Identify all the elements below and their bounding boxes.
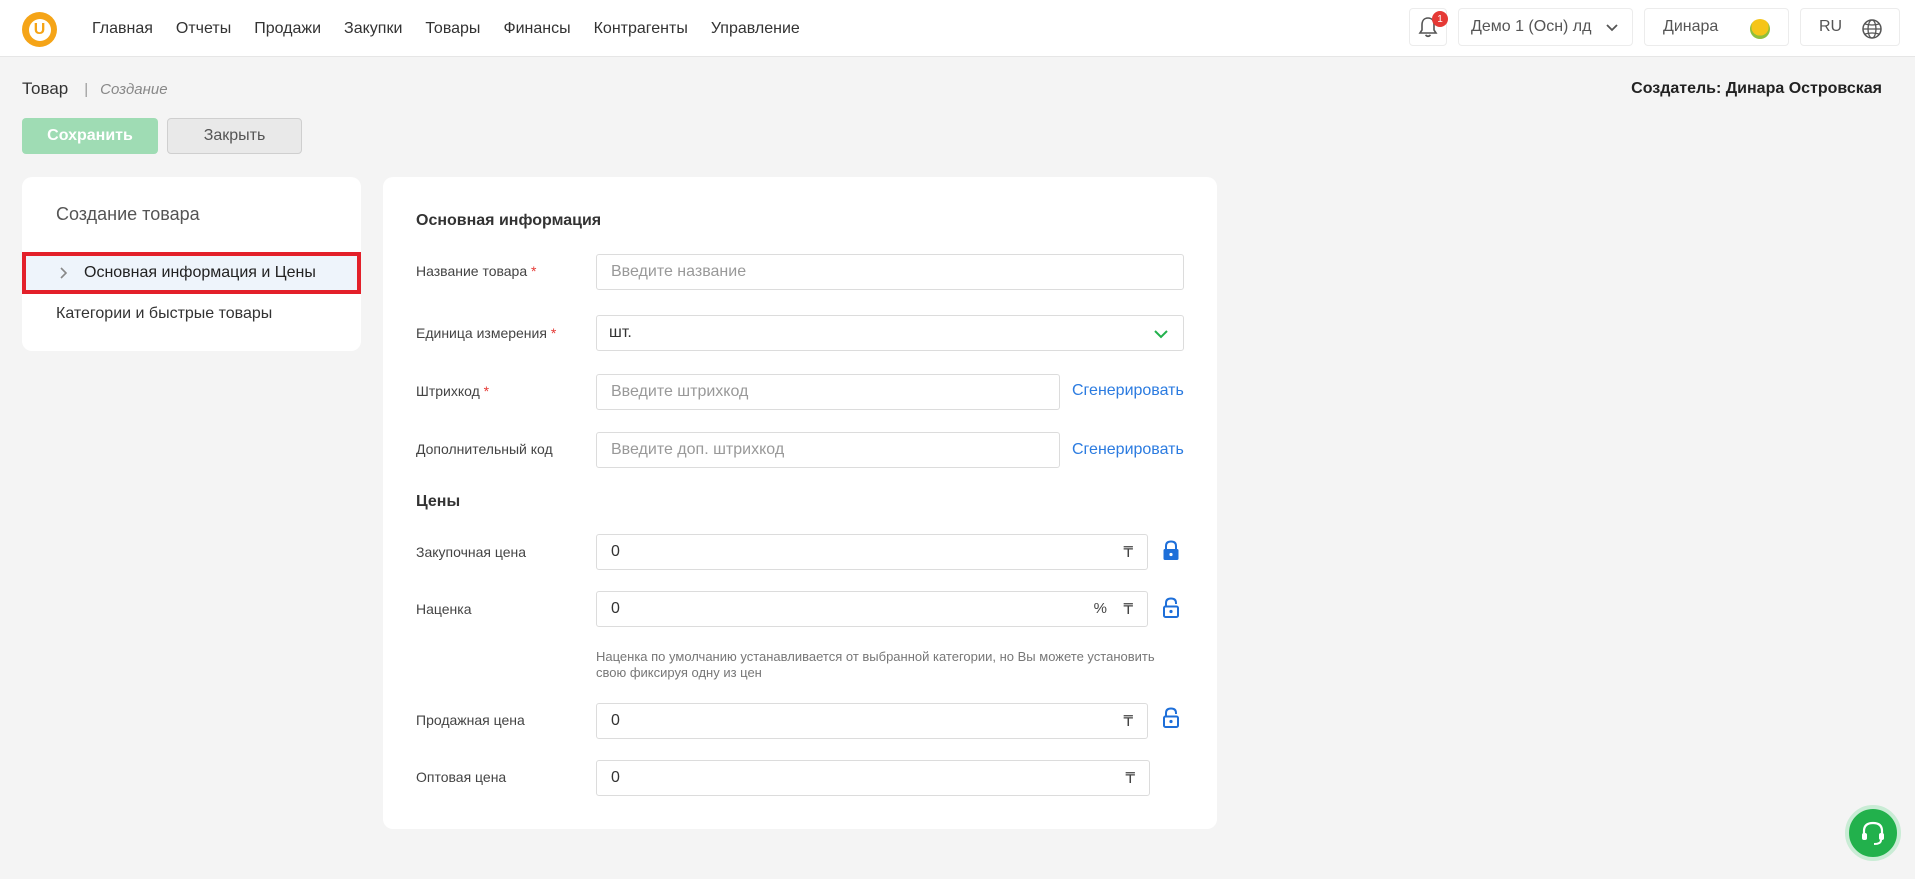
unit-label: Единица измерения * bbox=[416, 325, 556, 341]
language-code: RU bbox=[1819, 18, 1843, 35]
currency-tenge: ₸ bbox=[1125, 770, 1135, 787]
section-title-main: Основная информация bbox=[416, 212, 602, 229]
page-subtitle: Создание bbox=[100, 80, 168, 98]
chevron-down-icon bbox=[1154, 330, 1168, 339]
lock-closed-icon[interactable] bbox=[1162, 540, 1180, 562]
main-nav: Главная Отчеты Продажи Закупки Товары Фи… bbox=[92, 0, 823, 57]
sidebar-item-main-info[interactable]: Основная информация и Цены bbox=[22, 252, 361, 294]
product-name-field[interactable] bbox=[596, 254, 1184, 290]
required-mark: * bbox=[531, 263, 537, 279]
avatar bbox=[1750, 19, 1770, 39]
barcode-field[interactable] bbox=[596, 374, 1060, 410]
sale-price-label: Продажная цена bbox=[416, 712, 525, 728]
page-title: Товар bbox=[22, 79, 69, 98]
nav-item-purchases[interactable]: Закупки bbox=[344, 20, 402, 38]
barcode-label: Штрихкод * bbox=[416, 383, 489, 399]
purchase-price-field[interactable]: 0 ₸ bbox=[596, 534, 1148, 570]
product-name-label: Название товара * bbox=[416, 263, 536, 279]
purchase-price-value: 0 bbox=[611, 543, 620, 560]
extra-code-field[interactable] bbox=[596, 432, 1060, 468]
markup-field[interactable]: 0 % ₸ bbox=[596, 591, 1148, 627]
currency-tenge: ₸ bbox=[1123, 544, 1133, 561]
close-button[interactable]: Закрыть bbox=[167, 118, 302, 154]
app-logo[interactable]: U bbox=[22, 12, 57, 47]
chevron-down-icon bbox=[1606, 24, 1618, 32]
markup-hint: Наценка по умолчанию устанавливается от … bbox=[596, 649, 1155, 680]
nav-item-sales[interactable]: Продажи bbox=[254, 20, 321, 38]
barcode-label-text: Штрихкод bbox=[416, 383, 480, 399]
notifications-button[interactable]: 1 bbox=[1409, 8, 1448, 46]
currency-tenge[interactable]: ₸ bbox=[1123, 600, 1133, 618]
nav-item-counterparties[interactable]: Контрагенты bbox=[594, 20, 688, 38]
section-title-prices: Цены bbox=[416, 493, 461, 510]
markup-label: Наценка bbox=[416, 601, 472, 617]
creator-label: Создатель: Динара Островская bbox=[1631, 80, 1882, 97]
top-navbar: U Главная Отчеты Продажи Закупки Товары … bbox=[0, 0, 1915, 57]
percent-sign[interactable]: % bbox=[1094, 600, 1107, 617]
wholesale-price-field[interactable]: 0 ₸ bbox=[596, 760, 1150, 796]
unit-selected-value: шт. bbox=[609, 324, 632, 341]
product-name-input[interactable] bbox=[611, 263, 1126, 281]
nav-item-products[interactable]: Товары bbox=[425, 20, 480, 38]
unit-select[interactable]: шт. bbox=[596, 315, 1184, 351]
wholesale-price-label: Оптовая цена bbox=[416, 769, 507, 785]
headset-icon bbox=[1862, 821, 1884, 845]
nav-item-home[interactable]: Главная bbox=[92, 20, 153, 38]
globe-icon bbox=[1862, 19, 1882, 39]
barcode-input[interactable] bbox=[611, 383, 1015, 401]
sidebar-title: Создание товара bbox=[56, 204, 200, 224]
sale-price-value: 0 bbox=[611, 712, 620, 729]
logo-letter: U bbox=[28, 18, 51, 41]
product-form-card: Основная информация Название товара * Ед… bbox=[383, 177, 1217, 829]
extra-code-input[interactable] bbox=[611, 441, 1015, 459]
nav-item-finance[interactable]: Финансы bbox=[503, 20, 570, 38]
chevron-right-icon bbox=[60, 267, 68, 279]
support-chat-button[interactable] bbox=[1845, 805, 1901, 861]
product-name-label-text: Название товара bbox=[416, 263, 528, 279]
user-name: Динара bbox=[1663, 18, 1719, 35]
nav-item-management[interactable]: Управление bbox=[711, 20, 800, 38]
save-button[interactable]: Сохранить bbox=[22, 118, 158, 154]
markup-value: 0 bbox=[611, 600, 620, 617]
language-select[interactable]: RU bbox=[1800, 8, 1900, 46]
nav-item-reports[interactable]: Отчеты bbox=[176, 20, 231, 38]
lock-open-icon[interactable] bbox=[1162, 597, 1180, 619]
sidebar-item-label: Основная информация и Цены bbox=[84, 264, 316, 281]
required-mark: * bbox=[550, 325, 557, 341]
organization-name: Демо 1 (Осн) лд bbox=[1471, 18, 1592, 35]
breadcrumb: Товар | Создание bbox=[22, 79, 168, 99]
organization-select[interactable]: Демо 1 (Осн) лд bbox=[1458, 8, 1633, 46]
wholesale-price-value: 0 bbox=[611, 769, 620, 786]
sidebar-item-categories[interactable]: Категории и быстрые товары bbox=[56, 305, 272, 323]
breadcrumb-separator: | bbox=[84, 80, 89, 98]
sidebar-panel: Создание товара Основная информация и Це… bbox=[22, 177, 361, 351]
currency-tenge: ₸ bbox=[1123, 713, 1133, 730]
purchase-price-label: Закупочная цена bbox=[416, 544, 527, 560]
lock-open-icon[interactable] bbox=[1162, 707, 1180, 729]
generate-extra-code-link[interactable]: Сгенерировать bbox=[1072, 441, 1184, 459]
notification-badge: 1 bbox=[1432, 11, 1448, 27]
user-menu-button[interactable]: Динара bbox=[1644, 8, 1789, 46]
unit-label-text: Единица измерения bbox=[416, 325, 547, 341]
extra-code-label: Дополнительный код bbox=[416, 441, 553, 457]
generate-barcode-link[interactable]: Сгенерировать bbox=[1072, 382, 1184, 400]
sale-price-field[interactable]: 0 ₸ bbox=[596, 703, 1148, 739]
required-mark: * bbox=[483, 383, 490, 399]
